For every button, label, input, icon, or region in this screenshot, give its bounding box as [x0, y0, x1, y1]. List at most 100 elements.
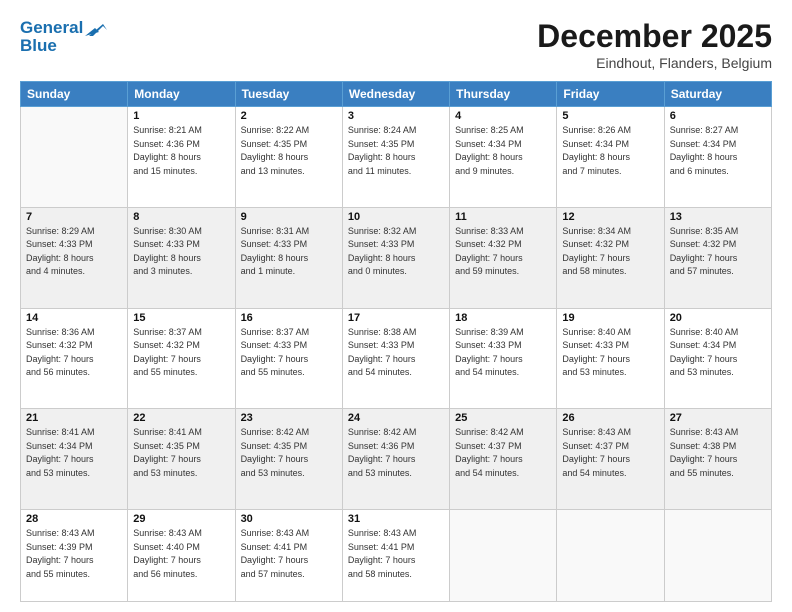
- day-number: 4: [455, 110, 551, 122]
- day-number: 21: [26, 412, 122, 424]
- calendar-cell: 18Sunrise: 8:39 AMSunset: 4:33 PMDayligh…: [450, 308, 557, 409]
- calendar-cell: 8 Sunrise: 8:30 AMSunset: 4:33 PMDaylight…: [128, 207, 235, 308]
- calendar-week-row: 1Sunrise: 8:21 AMSunset: 4:36 PMDaylight…: [21, 107, 772, 208]
- day-number: 3: [348, 110, 444, 122]
- col-tuesday: Tuesday: [235, 82, 342, 107]
- calendar-cell: 4 Sunrise: 8:25 AMSunset: 4:34 PMDaylight…: [450, 107, 557, 208]
- day-number: 29: [133, 513, 229, 525]
- logo-text: General: [20, 18, 107, 38]
- day-number: 10: [348, 211, 444, 223]
- calendar-week-row: 21 Sunrise: 8:41 AMSunset: 4:34 PMDayligh…: [21, 409, 772, 510]
- calendar-cell: 31Sunrise: 8:43 AMSunset: 4:41 PMDayligh…: [342, 510, 449, 602]
- calendar-cell: 11 Sunrise: 8:33 AMSunset: 4:32 PMDayligh…: [450, 207, 557, 308]
- day-detail: Sunrise: 8:43 AMSunset: 4:38 PMDaylight:…: [670, 426, 766, 480]
- day-number: 27: [670, 412, 766, 424]
- day-number: 23: [241, 412, 337, 424]
- col-friday: Friday: [557, 82, 664, 107]
- calendar-cell: 14 Sunrise: 8:36 AMSunset: 4:32 PMDayligh…: [21, 308, 128, 409]
- day-number: 12: [562, 211, 658, 223]
- day-number: 22: [133, 412, 229, 424]
- calendar-cell: 27 Sunrise: 8:43 AMSunset: 4:38 PMDayligh…: [664, 409, 771, 510]
- day-number: 8: [133, 211, 229, 223]
- day-number: 30: [241, 513, 337, 525]
- calendar-cell: 9Sunrise: 8:31 AMSunset: 4:33 PMDaylight…: [235, 207, 342, 308]
- calendar-cell: 13 Sunrise: 8:35 AMSunset: 4:32 PMDayligh…: [664, 207, 771, 308]
- calendar-cell: 10 Sunrise: 8:32 AMSunset: 4:33 PMDayligh…: [342, 207, 449, 308]
- calendar-cell: 7 Sunrise: 8:29 AMSunset: 4:33 PMDaylight…: [21, 207, 128, 308]
- col-saturday: Saturday: [664, 82, 771, 107]
- day-detail: Sunrise: 8:38 AMSunset: 4:33 PMDaylight:…: [348, 326, 444, 380]
- calendar-cell: 30 Sunrise: 8:43 AMSunset: 4:41 PMDayligh…: [235, 510, 342, 602]
- day-number: 24: [348, 412, 444, 424]
- page: General Blue December 2025 Eindhout, Fla…: [0, 0, 792, 612]
- day-number: 6: [670, 110, 766, 122]
- day-detail: Sunrise: 8:43 AMSunset: 4:41 PMDaylight:…: [241, 527, 337, 581]
- day-detail: Sunrise: 8:22 AMSunset: 4:35 PMDaylight:…: [241, 124, 337, 178]
- day-detail: Sunrise: 8:37 AMSunset: 4:32 PMDaylight:…: [133, 326, 229, 380]
- calendar-cell: 21 Sunrise: 8:41 AMSunset: 4:34 PMDayligh…: [21, 409, 128, 510]
- day-number: 28: [26, 513, 122, 525]
- day-detail: Sunrise: 8:43 AMSunset: 4:40 PMDaylight:…: [133, 527, 229, 581]
- day-number: 18: [455, 312, 551, 324]
- header: General Blue December 2025 Eindhout, Fla…: [20, 18, 772, 71]
- day-number: 11: [455, 211, 551, 223]
- calendar-cell: 6 Sunrise: 8:27 AMSunset: 4:34 PMDaylight…: [664, 107, 771, 208]
- day-detail: Sunrise: 8:27 AMSunset: 4:34 PMDaylight:…: [670, 124, 766, 178]
- calendar-cell: 22 Sunrise: 8:41 AMSunset: 4:35 PMDayligh…: [128, 409, 235, 510]
- calendar-cell: 24 Sunrise: 8:42 AMSunset: 4:36 PMDayligh…: [342, 409, 449, 510]
- day-number: 5: [562, 110, 658, 122]
- calendar-cell: 26Sunrise: 8:43 AMSunset: 4:37 PMDayligh…: [557, 409, 664, 510]
- day-detail: Sunrise: 8:30 AMSunset: 4:33 PMDaylight:…: [133, 225, 229, 279]
- calendar-cell: 20Sunrise: 8:40 AMSunset: 4:34 PMDayligh…: [664, 308, 771, 409]
- col-sunday: Sunday: [21, 82, 128, 107]
- day-detail: Sunrise: 8:43 AMSunset: 4:39 PMDaylight:…: [26, 527, 122, 581]
- calendar-week-row: 7 Sunrise: 8:29 AMSunset: 4:33 PMDaylight…: [21, 207, 772, 308]
- day-number: 14: [26, 312, 122, 324]
- day-detail: Sunrise: 8:41 AMSunset: 4:35 PMDaylight:…: [133, 426, 229, 480]
- calendar-cell: 2 Sunrise: 8:22 AMSunset: 4:35 PMDaylight…: [235, 107, 342, 208]
- day-detail: Sunrise: 8:40 AMSunset: 4:34 PMDaylight:…: [670, 326, 766, 380]
- logo-icon: [85, 20, 107, 38]
- calendar-cell: 5Sunrise: 8:26 AMSunset: 4:34 PMDaylight…: [557, 107, 664, 208]
- title-block: December 2025 Eindhout, Flanders, Belgiu…: [537, 18, 772, 71]
- day-number: 7: [26, 211, 122, 223]
- calendar-table: Sunday Monday Tuesday Wednesday Thursday…: [20, 81, 772, 602]
- day-detail: Sunrise: 8:31 AMSunset: 4:33 PMDaylight:…: [241, 225, 337, 279]
- col-monday: Monday: [128, 82, 235, 107]
- calendar-cell: [450, 510, 557, 602]
- month-title: December 2025: [537, 18, 772, 55]
- day-number: 17: [348, 312, 444, 324]
- day-number: 2: [241, 110, 337, 122]
- day-detail: Sunrise: 8:41 AMSunset: 4:34 PMDaylight:…: [26, 426, 122, 480]
- col-thursday: Thursday: [450, 82, 557, 107]
- day-detail: Sunrise: 8:33 AMSunset: 4:32 PMDaylight:…: [455, 225, 551, 279]
- day-detail: Sunrise: 8:21 AMSunset: 4:36 PMDaylight:…: [133, 124, 229, 178]
- calendar-cell: 1Sunrise: 8:21 AMSunset: 4:36 PMDaylight…: [128, 107, 235, 208]
- calendar-cell: 28 Sunrise: 8:43 AMSunset: 4:39 PMDayligh…: [21, 510, 128, 602]
- calendar-cell: [664, 510, 771, 602]
- day-detail: Sunrise: 8:42 AMSunset: 4:36 PMDaylight:…: [348, 426, 444, 480]
- day-detail: Sunrise: 8:32 AMSunset: 4:33 PMDaylight:…: [348, 225, 444, 279]
- day-number: 13: [670, 211, 766, 223]
- calendar-cell: 29 Sunrise: 8:43 AMSunset: 4:40 PMDayligh…: [128, 510, 235, 602]
- calendar-cell: [557, 510, 664, 602]
- calendar-cell: 15 Sunrise: 8:37 AMSunset: 4:32 PMDayligh…: [128, 308, 235, 409]
- day-number: 15: [133, 312, 229, 324]
- calendar-cell: 16Sunrise: 8:37 AMSunset: 4:33 PMDayligh…: [235, 308, 342, 409]
- day-detail: Sunrise: 8:35 AMSunset: 4:32 PMDaylight:…: [670, 225, 766, 279]
- calendar-cell: 19Sunrise: 8:40 AMSunset: 4:33 PMDayligh…: [557, 308, 664, 409]
- day-detail: Sunrise: 8:34 AMSunset: 4:32 PMDaylight:…: [562, 225, 658, 279]
- calendar-week-row: 14 Sunrise: 8:36 AMSunset: 4:32 PMDayligh…: [21, 308, 772, 409]
- day-detail: Sunrise: 8:36 AMSunset: 4:32 PMDaylight:…: [26, 326, 122, 380]
- calendar-cell: 23Sunrise: 8:42 AMSunset: 4:35 PMDayligh…: [235, 409, 342, 510]
- header-row: Sunday Monday Tuesday Wednesday Thursday…: [21, 82, 772, 107]
- calendar-cell: 25 Sunrise: 8:42 AMSunset: 4:37 PMDayligh…: [450, 409, 557, 510]
- day-detail: Sunrise: 8:29 AMSunset: 4:33 PMDaylight:…: [26, 225, 122, 279]
- calendar-cell: 12 Sunrise: 8:34 AMSunset: 4:32 PMDayligh…: [557, 207, 664, 308]
- calendar-cell: 3Sunrise: 8:24 AMSunset: 4:35 PMDaylight…: [342, 107, 449, 208]
- col-wednesday: Wednesday: [342, 82, 449, 107]
- logo-blue: Blue: [20, 36, 107, 56]
- day-detail: Sunrise: 8:25 AMSunset: 4:34 PMDaylight:…: [455, 124, 551, 178]
- day-number: 25: [455, 412, 551, 424]
- day-detail: Sunrise: 8:42 AMSunset: 4:37 PMDaylight:…: [455, 426, 551, 480]
